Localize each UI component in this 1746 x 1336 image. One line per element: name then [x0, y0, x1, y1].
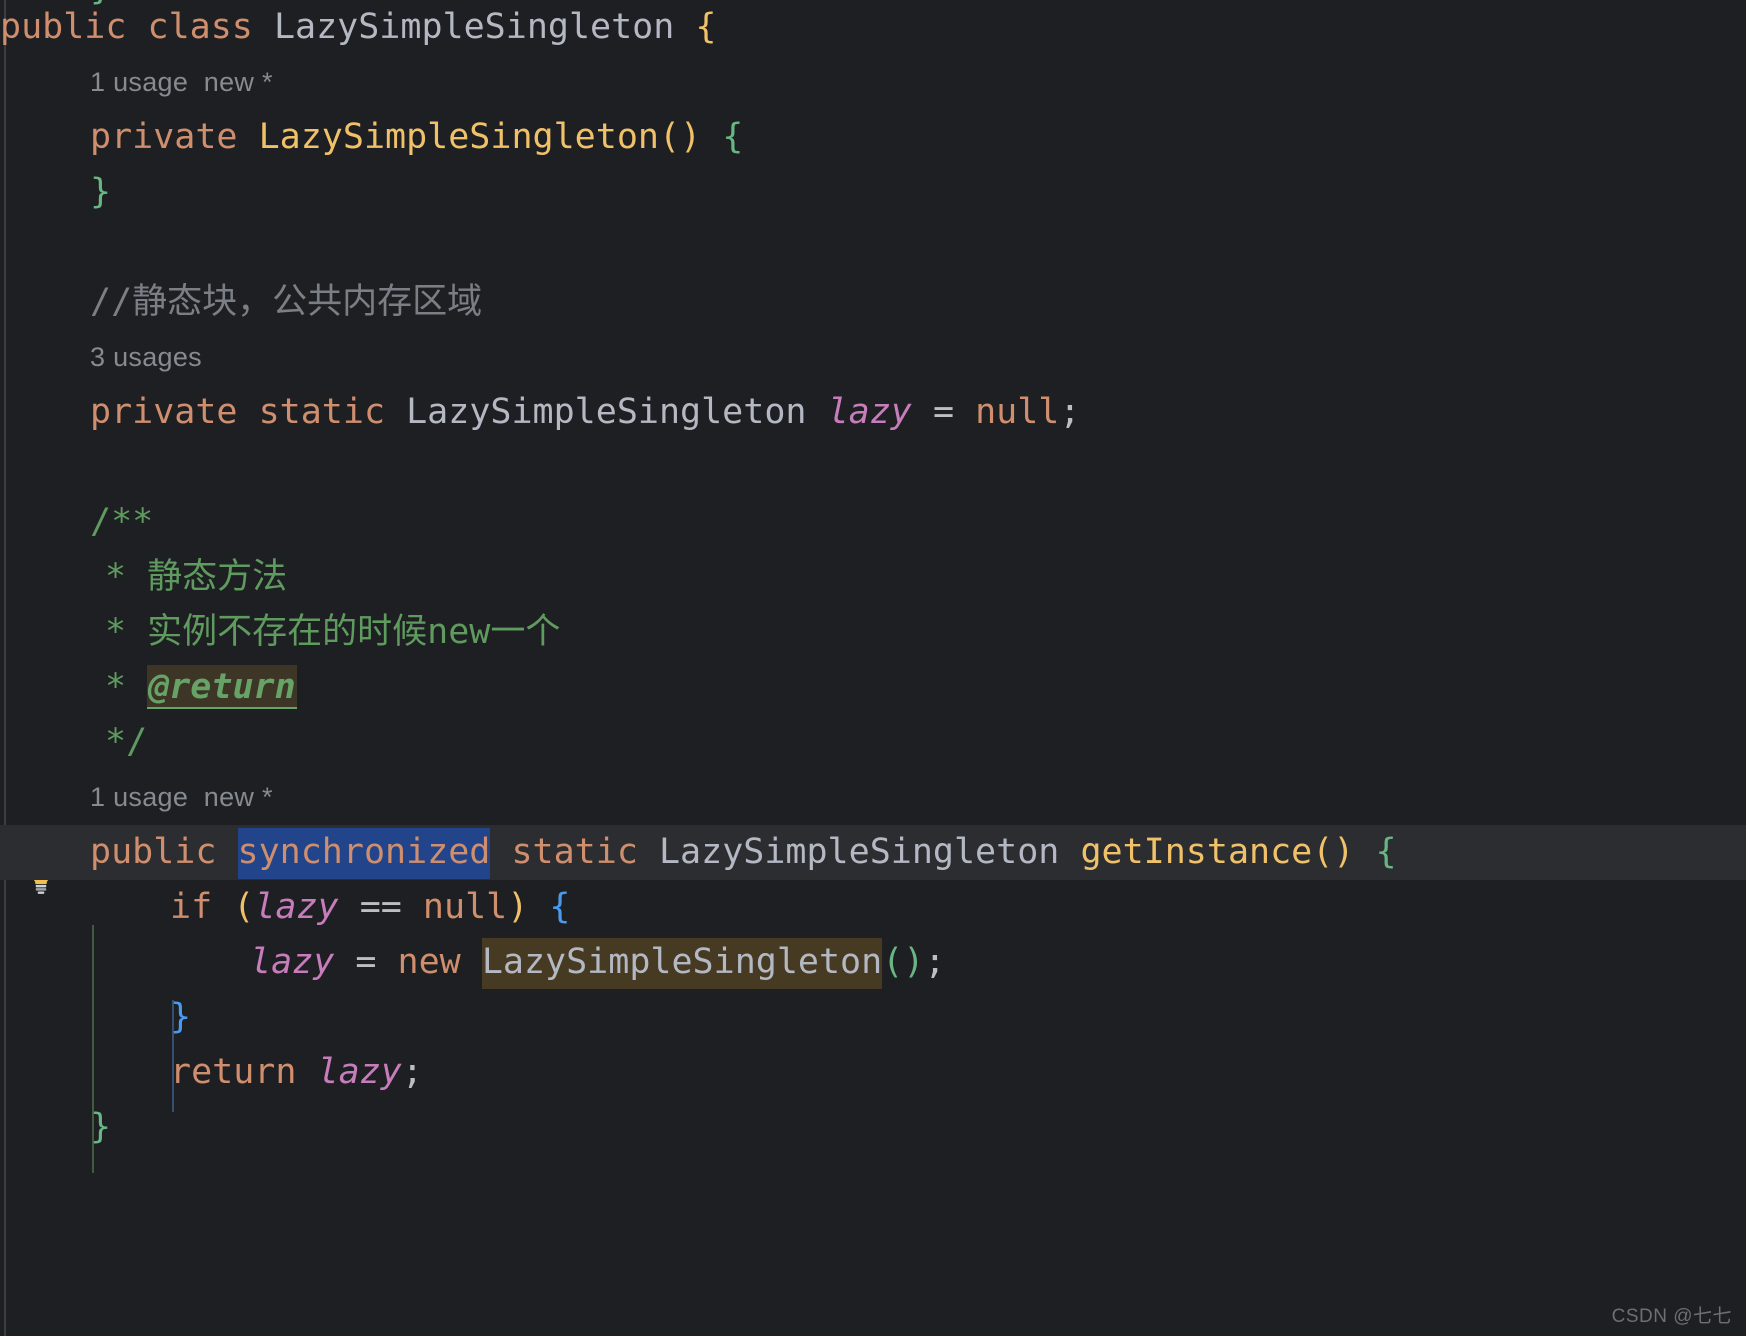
code-token: ): [507, 887, 529, 927]
code-token: new: [397, 942, 461, 982]
line-doc-close[interactable]: */: [0, 715, 1746, 770]
code-token: synchronized: [237, 828, 491, 879]
code-token: null: [422, 887, 508, 927]
inlay-hint-text[interactable]: 1 usage new *: [90, 67, 273, 97]
code-token: (: [233, 887, 255, 927]
line-doc-2[interactable]: * 实例不存在的时候new一个: [0, 605, 1746, 660]
code-token: LazySimpleSingleton: [658, 832, 1060, 872]
code-token: static: [258, 392, 386, 432]
line-ctor-close[interactable]: }: [0, 165, 1746, 220]
code-editor-screenshot: } public class LazySimpleSingleton {1 us…: [0, 0, 1746, 1336]
code-token: if: [170, 887, 213, 927]
code-token: return: [170, 1052, 297, 1092]
line-assign-new[interactable]: lazy = new LazySimpleSingleton();: [0, 935, 1746, 990]
code-lines-container[interactable]: public class LazySimpleSingleton {1 usag…: [0, 0, 1746, 1336]
code-token: lazy: [254, 887, 339, 927]
watermark: CSDN @七七: [1611, 1306, 1732, 1327]
code-token: LazySimpleSingleton: [481, 938, 883, 989]
code-token: public: [0, 7, 127, 47]
code-token: ;: [924, 942, 946, 982]
code-token: lazy: [317, 1052, 402, 1092]
line-return-lazy[interactable]: return lazy;: [0, 1045, 1746, 1100]
code-token: {: [1375, 832, 1397, 872]
line-blank-2[interactable]: [0, 440, 1746, 495]
line-if-null[interactable]: if (lazy == null) {: [0, 880, 1746, 935]
editor-pane[interactable]: } public class LazySimpleSingleton {1 us…: [0, 0, 1746, 1336]
code-token: static: [511, 832, 638, 872]
code-token: class: [147, 7, 253, 47]
line-method-close[interactable]: }: [0, 1100, 1746, 1155]
code-token: {: [549, 887, 571, 927]
code-token: LazySimpleSingleton: [258, 117, 659, 157]
line-doc-open[interactable]: /**: [0, 495, 1746, 550]
code-token: }: [90, 1107, 112, 1147]
code-token: {: [722, 117, 744, 157]
code-token: lazy: [827, 392, 912, 432]
line-doc-return[interactable]: * @return: [0, 660, 1746, 715]
code-token: getInstance: [1080, 832, 1313, 872]
code-token: LazySimpleSingleton: [273, 7, 675, 47]
code-token: =: [355, 942, 377, 982]
line-hint-ctor[interactable]: 1 usage new *: [0, 55, 1746, 110]
code-token: private: [90, 392, 238, 432]
line-hint-getinstance[interactable]: 1 usage new *: [0, 770, 1746, 825]
code-token: lazy: [250, 942, 335, 982]
inlay-hint-text[interactable]: 1 usage new *: [90, 782, 273, 812]
line-getinstance-signature[interactable]: public synchronized static LazySimpleSin…: [0, 825, 1746, 880]
code-token: @return: [147, 665, 297, 709]
line-field-lazy[interactable]: private static LazySimpleSingleton lazy …: [0, 385, 1746, 440]
line-if-close[interactable]: }: [0, 990, 1746, 1045]
code-token: ;: [401, 1052, 423, 1092]
code-token: =: [932, 392, 955, 432]
code-token: ;: [1059, 392, 1081, 432]
line-hint-field[interactable]: 3 usages: [0, 330, 1746, 385]
code-token: *: [105, 667, 148, 707]
code-token: (): [882, 942, 925, 982]
line-blank-1[interactable]: [0, 220, 1746, 275]
line-class-decl[interactable]: public class LazySimpleSingleton {: [0, 0, 1746, 55]
code-token: * 实例不存在的时候new一个: [105, 612, 561, 652]
line-doc-1[interactable]: * 静态方法: [0, 550, 1746, 605]
inlay-hint-text[interactable]: 3 usages: [90, 342, 202, 372]
code-token: /**: [90, 502, 154, 542]
code-token: private: [90, 117, 238, 157]
code-token: */: [105, 722, 148, 762]
line-ctor[interactable]: private LazySimpleSingleton() {: [0, 110, 1746, 165]
line-comment-static-block[interactable]: //静态块，公共内存区域: [0, 275, 1746, 330]
code-token: null: [975, 392, 1060, 432]
code-token: //静态块，公共内存区域: [90, 282, 483, 322]
code-token: {: [695, 7, 717, 47]
code-token: ==: [359, 887, 402, 927]
code-token: }: [90, 172, 112, 212]
code-token: (): [1312, 832, 1355, 872]
code-token: LazySimpleSingleton: [406, 392, 807, 432]
code-token: (): [658, 117, 702, 157]
code-token: * 静态方法: [105, 557, 288, 597]
code-token: }: [170, 997, 192, 1037]
code-token: public: [90, 832, 217, 872]
